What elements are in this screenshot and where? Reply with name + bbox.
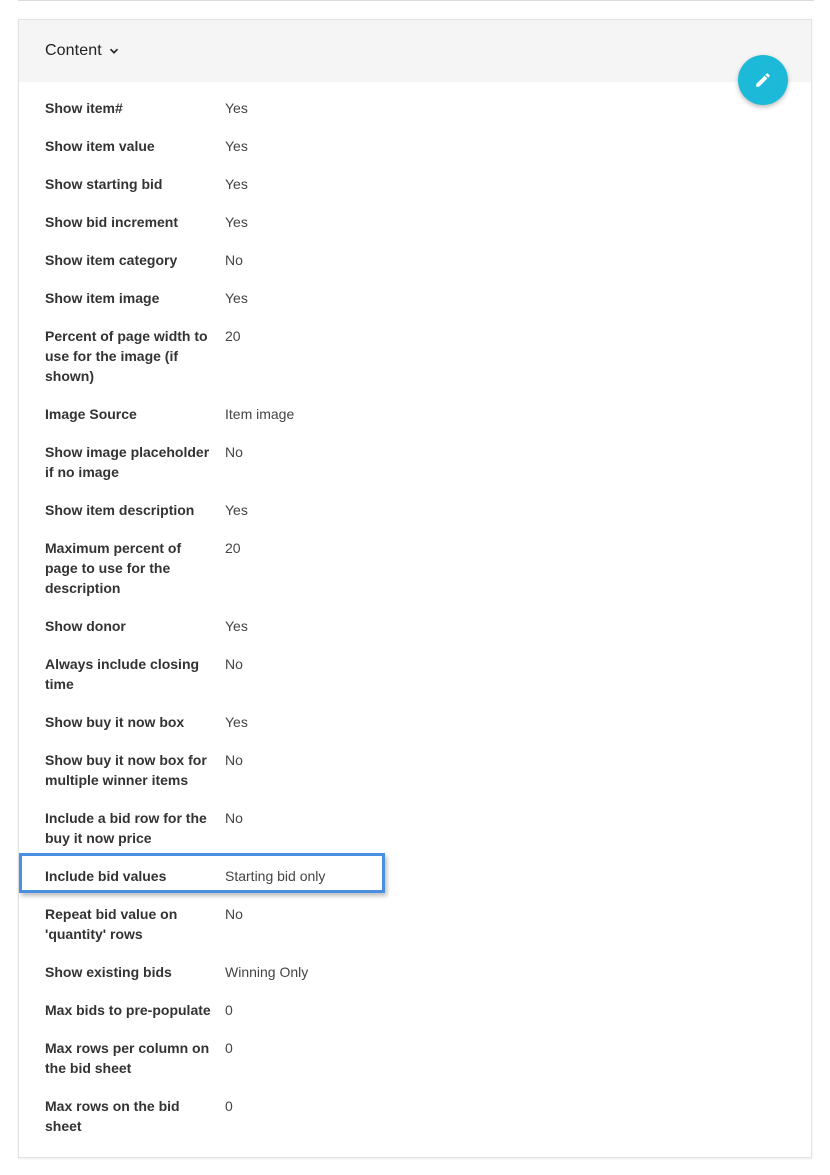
top-divider — [18, 0, 814, 1]
setting-value: 0 — [225, 1002, 233, 1018]
setting-label: Show item description — [45, 502, 195, 518]
setting-label: Show item value — [45, 138, 155, 154]
setting-label: Show item image — [45, 290, 160, 306]
setting-label: Max rows per column on the bid sheet — [45, 1040, 210, 1076]
setting-value: 0 — [225, 1040, 233, 1056]
setting-label: Always include closing time — [45, 656, 200, 692]
setting-value: Yes — [225, 100, 248, 116]
setting-value: No — [225, 752, 243, 768]
setting-label: Show starting bid — [45, 176, 163, 192]
setting-label: Repeat bid value on 'quantity' rows — [45, 906, 178, 942]
setting-label: Show existing bids — [45, 964, 172, 980]
setting-label: Show image placeholder if no image — [45, 444, 210, 480]
setting-value: Yes — [225, 714, 248, 730]
setting-value: No — [225, 906, 243, 922]
setting-label: Show item category — [45, 252, 178, 268]
setting-label: Show bid increment — [45, 214, 179, 230]
setting-label: Max bids to pre-populate — [45, 1002, 211, 1018]
setting-value: 20 — [225, 328, 241, 344]
setting-value: 20 — [225, 540, 241, 556]
setting-value: No — [225, 444, 243, 460]
setting-value: Yes — [225, 176, 248, 192]
setting-label: Show buy it now box — [45, 714, 185, 730]
setting-value: Starting bid only — [225, 868, 326, 884]
setting-label: Show buy it now box for multiple winner … — [45, 752, 207, 788]
setting-value: Yes — [225, 290, 248, 306]
setting-value: Item image — [225, 406, 295, 422]
edit-button[interactable] — [738, 55, 788, 105]
content-card: Content Show item# Yes Show item value Y… — [18, 19, 812, 1158]
setting-label: Include a bid row for the buy it now pri… — [45, 810, 207, 846]
setting-value: Winning Only — [225, 964, 309, 980]
setting-value: Yes — [225, 138, 248, 154]
setting-label: Maximum percent of page to use for the d… — [45, 540, 182, 596]
setting-label: Show donor — [45, 618, 126, 634]
setting-value: Yes — [225, 618, 248, 634]
pencil-icon — [754, 71, 772, 89]
setting-label: Max rows on the bid sheet — [45, 1098, 180, 1134]
setting-value: No — [225, 656, 243, 672]
setting-label: Percent of page width to use for the ima… — [45, 328, 208, 384]
setting-value: No — [225, 252, 243, 268]
setting-label: Include bid values — [45, 868, 167, 884]
setting-value: 0 — [225, 1098, 233, 1114]
setting-label: Show item# — [45, 100, 123, 116]
setting-label: Image Source — [45, 406, 137, 422]
setting-value: Yes — [225, 214, 248, 230]
settings-list: Show item# Yes Show item value Yes Show … — [19, 20, 811, 1157]
setting-value: Yes — [225, 502, 248, 518]
setting-value: No — [225, 810, 243, 826]
